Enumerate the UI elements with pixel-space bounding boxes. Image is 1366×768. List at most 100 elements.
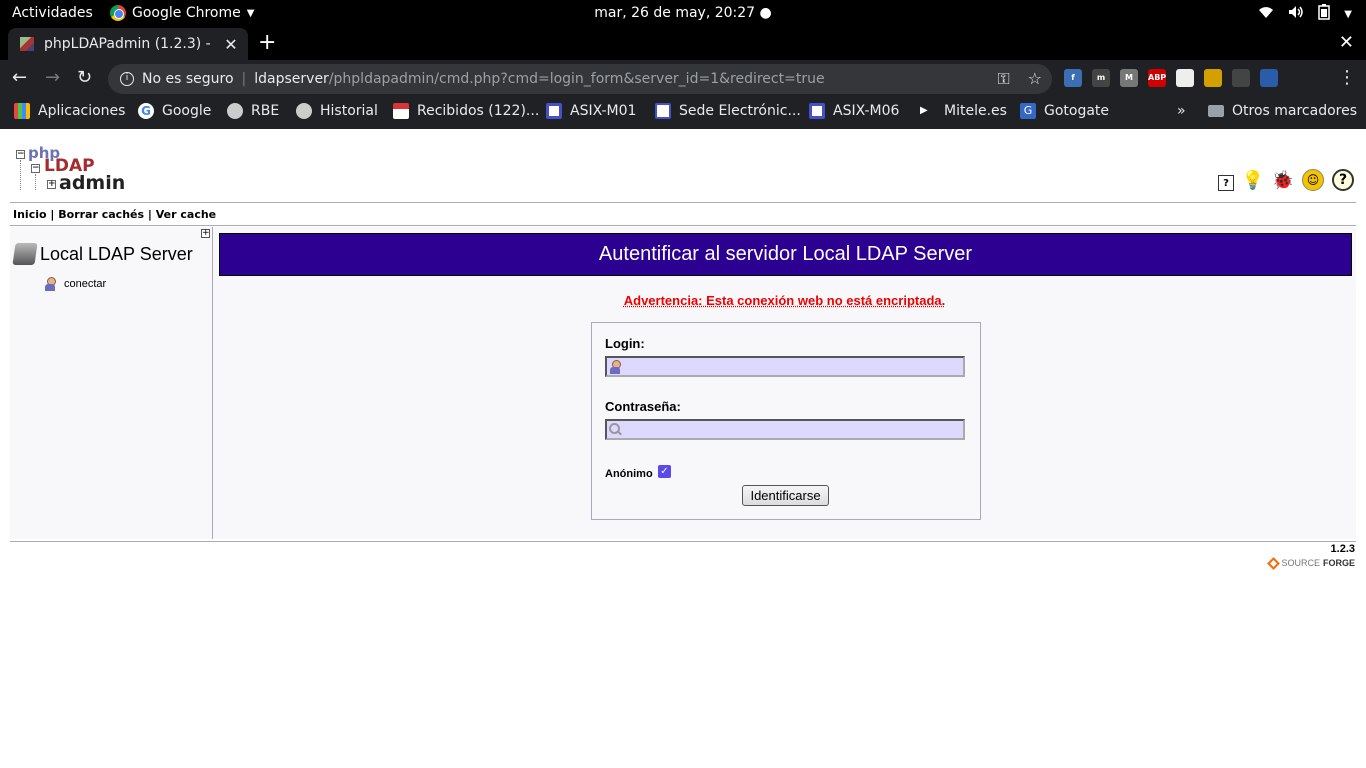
menu-home-link[interactable]: Inicio (13, 208, 47, 221)
bookmark-label: Recibidos (122)... (417, 103, 540, 119)
bookmark-label: Aplicaciones (38, 103, 126, 119)
login-label: Login: (605, 336, 645, 351)
google-icon: G (138, 103, 154, 119)
crown-extension-icon[interactable] (1204, 69, 1222, 87)
sourceforge-text: SOURCE (1281, 558, 1320, 568)
bookmark-gmail[interactable]: Recibidos (122)... (393, 103, 539, 119)
bookmark-apps[interactable]: Aplicaciones (14, 103, 125, 119)
connect-link[interactable]: conectar (44, 277, 106, 291)
folder-icon (1208, 105, 1224, 117)
sourceforge-logo[interactable]: SOURCE FORGE (1267, 556, 1355, 570)
adblock-plus-icon[interactable]: ABP (1148, 69, 1166, 87)
login-form: Login: Contraseña: Anónimo ✓ Identificar… (591, 322, 981, 520)
lightbulb-icon[interactable]: 💡 (1242, 169, 1264, 191)
m-italic-extension-icon[interactable]: m (1092, 69, 1110, 87)
menu-clear-cache-link[interactable]: Borrar cachés (58, 208, 144, 221)
help-bubble-icon[interactable]: ? (1218, 175, 1234, 191)
bookmark-sede[interactable]: Sede Electrónic... (655, 103, 801, 119)
system-top-bar: Actividades Google Chrome ▼ mar, 26 de m… (0, 0, 1366, 28)
smiley-icon[interactable]: ☺ (1302, 169, 1324, 191)
bookmark-label: ASIX-M01 (570, 103, 637, 119)
bookmarks-overflow-button[interactable]: » (1177, 103, 1186, 119)
caret-down-icon[interactable]: ▼ (1344, 9, 1352, 20)
logo-admin: admin (59, 172, 126, 194)
battery-icon[interactable] (1318, 4, 1331, 24)
window-close-icon[interactable]: ✕ (1339, 32, 1354, 53)
app-name: Google Chrome (132, 5, 241, 21)
system-tray[interactable]: ▼ (1258, 4, 1352, 24)
globe-icon (227, 103, 243, 119)
tree-expand-icon: + (47, 179, 56, 189)
fedora-extension-icon[interactable]: f (1064, 69, 1082, 87)
tree-line (35, 174, 36, 190)
chrome-icon (110, 5, 126, 21)
password-input[interactable] (605, 419, 965, 440)
new-tab-button[interactable]: + (258, 30, 276, 55)
anonymous-checkbox[interactable]: ✓ (658, 465, 671, 478)
bookmark-google[interactable]: G Google (138, 103, 211, 119)
login-title: Autentificar al servidor Local LDAP Serv… (219, 233, 1352, 276)
volume-icon[interactable] (1288, 5, 1304, 23)
tab-phpldapadmin[interactable]: phpLDAPadmin (1.2.3) - ✕ (8, 28, 248, 60)
wifi-icon[interactable] (1258, 5, 1274, 23)
anonymous-label: Anónimo (605, 468, 653, 480)
tree-server[interactable]: Local LDAP Server (12, 243, 193, 265)
bookmark-mitele[interactable]: ▶ Mitele.es (920, 103, 1007, 119)
bookmark-label: Sede Electrónic... (679, 103, 801, 119)
globe-icon (296, 103, 312, 119)
gmail-icon (393, 103, 409, 119)
info-icon[interactable]: i (120, 72, 134, 86)
tab-title: phpLDAPadmin (1.2.3) - (44, 36, 211, 52)
bookmark-star-icon[interactable]: ☆ (1028, 69, 1042, 89)
connect-label: conectar (64, 278, 107, 290)
divider (10, 202, 1356, 203)
server-name: Local LDAP Server (40, 243, 193, 264)
reload-icon[interactable]: ↻ (77, 67, 92, 88)
key-icon[interactable]: ⚿ (997, 69, 1009, 89)
app-menu[interactable]: Google Chrome ▼ (110, 5, 254, 21)
bookmark-label: Historial (320, 103, 378, 119)
media-icon[interactable] (1232, 69, 1250, 87)
tree-line (20, 160, 21, 190)
url-path[interactable]: /phpldapadmin/cmd.php?cmd=login_form&ser… (329, 71, 825, 87)
bookmark-label: ASIX-M06 (833, 103, 900, 119)
bookmark-gotogate[interactable]: G Gotogate (1020, 103, 1109, 119)
bug-icon[interactable]: 🐞 (1272, 169, 1294, 191)
chrome-menu-icon[interactable]: ⋮ (1338, 67, 1356, 88)
address-bar[interactable]: i No es seguro | ldapserver/phpldapadmin… (108, 64, 1052, 94)
sourceforge-diamond-icon (1267, 556, 1281, 570)
bookmark-label: Mitele.es (944, 103, 1007, 119)
mitele-play-icon: ▶ (920, 105, 928, 116)
security-label[interactable]: No es seguro (142, 71, 234, 87)
clock[interactable]: mar, 26 de may, 20:27 (594, 5, 755, 21)
login-submit-button[interactable]: Identificarse (742, 485, 829, 506)
server-icon (12, 243, 38, 265)
other-bookmarks[interactable]: Otros marcadores (1208, 103, 1357, 119)
bookmark-asix-m01[interactable]: ASIX-M01 (546, 103, 636, 119)
divider (10, 541, 1356, 542)
bookmark-label: Google (162, 103, 212, 119)
main-pane: Autentificar al servidor Local LDAP Serv… (213, 227, 1356, 539)
m-extension-icon[interactable]: M (1120, 69, 1138, 87)
forward-arrow-icon[interactable]: → (45, 67, 60, 88)
url-host[interactable]: ldapserver (254, 71, 329, 87)
header-icons: ? 💡 🐞 ☺ ? (1218, 169, 1354, 191)
bookmark-historial[interactable]: Historial (296, 103, 378, 119)
bookmark-asix-m06[interactable]: ASIX-M06 (809, 103, 899, 119)
tree-expand-button[interactable]: + (201, 229, 210, 238)
phpldapadmin-logo[interactable]: − php − LDAP + admin (14, 144, 126, 194)
chart-extension-icon[interactable] (1176, 69, 1194, 87)
back-arrow-icon[interactable]: ← (12, 67, 27, 88)
profile-avatar-icon[interactable] (1260, 69, 1278, 87)
menu-view-cache-link[interactable]: Ver cache (156, 208, 216, 221)
tab-close-icon[interactable]: ✕ (220, 35, 242, 54)
caret-down-icon: ▼ (246, 7, 255, 19)
sourceforge-text-bold: FORGE (1322, 558, 1355, 568)
encryption-warning: Advertencia: Esta conexión web no está e… (623, 293, 946, 308)
activities-button[interactable]: Actividades (12, 5, 93, 21)
help-icon[interactable]: ? (1332, 169, 1354, 191)
login-input[interactable] (605, 356, 965, 377)
bookmark-rbe[interactable]: RBE (227, 103, 279, 119)
divider (10, 225, 1356, 226)
page-content: − php − LDAP + admin ? 💡 🐞 ☺ ? Inicio | … (0, 129, 1366, 768)
